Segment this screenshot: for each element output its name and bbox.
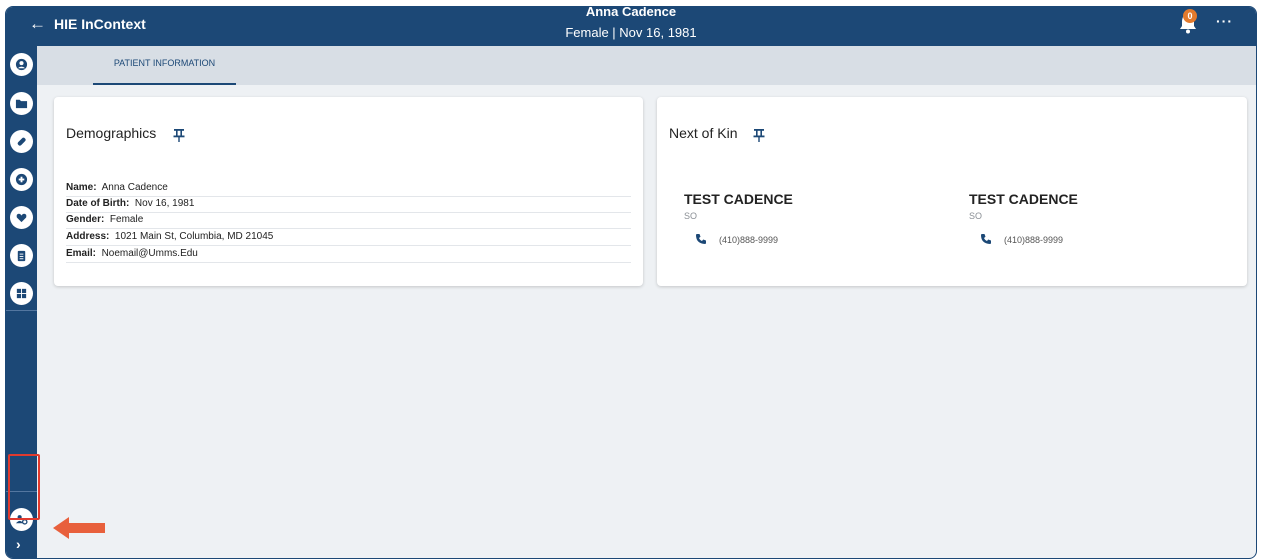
expand-sidebar-icon[interactable]: › [16,536,21,552]
patient-subtitle: Female | Nov 16, 1981 [565,25,697,40]
more-options-icon[interactable]: ··· [1216,13,1233,29]
tab-bar: PATIENT INFORMATION [37,46,1256,85]
kin-name: TEST CADENCE [969,191,1078,207]
field-date-of-birth: Date of Birth: Nov 16, 1981 [66,197,631,213]
notification-badge: 0 [1183,9,1197,23]
highlight-box [8,454,40,520]
user-icon[interactable] [10,53,33,76]
field-name: Name: Anna Cadence [66,181,631,197]
patient-name: Anna Cadence [585,6,677,19]
demographics-title: Demographics [66,125,157,141]
kin-relation: SO [684,211,698,221]
phone-icon[interactable] [695,233,707,245]
field-gender: Gender: Female [66,213,631,229]
tab-patient-information[interactable]: PATIENT INFORMATION [93,46,236,85]
next-of-kin-title: Next of Kin [669,125,738,141]
kin-name: TEST CADENCE [684,191,793,207]
kin-relation: SO [969,211,983,221]
lab-icon[interactable] [10,168,33,191]
pin-icon[interactable] [753,128,765,142]
field-address: Address: 1021 Main St, Columbia, MD 2104… [66,230,631,246]
kin-phone[interactable]: (410)888-9999 [719,235,778,245]
active-tab-indicator [93,83,236,85]
top-bar: ← HIE InContext Anna Cadence Female | No… [6,7,1256,46]
care-icon[interactable] [10,206,33,229]
annotation-arrow-icon [53,517,105,539]
tab-label: PATIENT INFORMATION [113,58,216,68]
pin-icon[interactable] [173,128,185,142]
field-email: Email: Noemail@Umms.Edu [66,247,631,263]
folder-icon[interactable] [10,92,33,115]
dashboard-icon[interactable] [10,282,33,305]
phone-icon[interactable] [980,233,992,245]
clipboard-icon[interactable] [10,244,33,267]
next-of-kin-card: Next of Kin TEST CADENCE SO (410)888-999… [657,97,1247,286]
app-window: ← HIE InContext Anna Cadence Female | No… [5,6,1257,559]
kin-phone[interactable]: (410)888-9999 [1004,235,1063,245]
sidebar-divider [6,310,37,311]
demographics-card: Demographics Name: Anna Cadence Date of … [54,97,643,286]
pill-icon[interactable] [10,130,33,153]
